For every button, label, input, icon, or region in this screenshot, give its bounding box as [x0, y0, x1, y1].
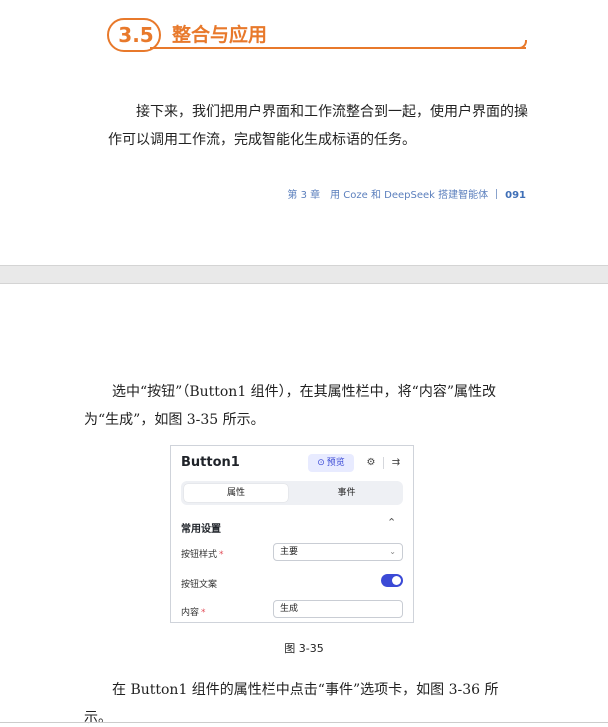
button-text-toggle[interactable]: [381, 574, 403, 587]
button-style-label: 按钮样式 *: [181, 547, 224, 560]
content-label: 内容 *: [181, 605, 206, 618]
expand-icon[interactable]: ⇉: [389, 454, 403, 472]
footer-separator: [496, 189, 498, 199]
paragraph-instruction: 选中“按钮”（Button1 组件），在其属性栏中，将“内容”属性改为“生成”，…: [84, 384, 496, 428]
toggle-knob: [392, 576, 401, 585]
page-bottom-rule: [0, 722, 608, 723]
preview-button[interactable]: ⊙ 预览: [308, 454, 354, 472]
chevron-down-icon: ⌄: [389, 547, 396, 556]
gear-icon[interactable]: ⚙: [364, 454, 378, 472]
paragraph-next-step: 在 Button1 组件的属性栏中点击“事件”选项卡，如图 3-36 所示。: [84, 682, 499, 726]
preview-label: 预览: [326, 458, 345, 468]
figure-caption: 图 3-35: [284, 642, 324, 655]
button-text-label: 按钮文案: [181, 577, 217, 590]
content-input[interactable]: 生成: [273, 600, 403, 618]
panel-tabs: 属性 事件: [181, 481, 403, 505]
page-top: 3.5 整合与应用 接下来，我们把用户界面和工作流整合到一起，使用户界面的操作可…: [0, 0, 608, 265]
section-common-settings: 常用设置: [181, 524, 221, 535]
required-mark: *: [219, 550, 224, 560]
section-number: 3.5: [118, 23, 154, 47]
button-style-value: 主要: [280, 547, 299, 557]
paragraph-intro: 接下来，我们把用户界面和工作流整合到一起，使用户界面的操作可以调用工作流，完成智…: [108, 104, 528, 148]
page-gap: [0, 265, 608, 284]
button-style-label-text: 按钮样式: [181, 550, 218, 560]
section-title: 整合与应用: [172, 24, 268, 46]
chevron-up-icon[interactable]: ⌃: [387, 516, 396, 529]
button-text-label-text: 按钮文案: [181, 580, 218, 590]
running-footer: 第 3 章 用 Coze 和 DeepSeek 搭建智能体 091: [287, 186, 526, 201]
button-properties-panel: Button1 ⊙ 预览 ⚙ ⇉ 属性 事件 常用设置 ⌃ 按钮样式 * 主要 ⌄ …: [170, 445, 414, 623]
content-label-text: 内容: [181, 608, 200, 618]
panel-title: Button1: [181, 455, 240, 470]
toolbar-divider: [383, 457, 384, 469]
tab-properties[interactable]: 属性: [184, 484, 288, 502]
footer-page-number: 091: [505, 190, 526, 201]
button-style-select[interactable]: 主要 ⌄: [273, 543, 403, 561]
play-circle-icon: ⊙: [317, 458, 325, 468]
tab-events[interactable]: 事件: [293, 484, 400, 502]
required-mark: *: [201, 608, 206, 618]
footer-chapter: 第 3 章 用 Coze 和 DeepSeek 搭建智能体: [287, 190, 489, 201]
